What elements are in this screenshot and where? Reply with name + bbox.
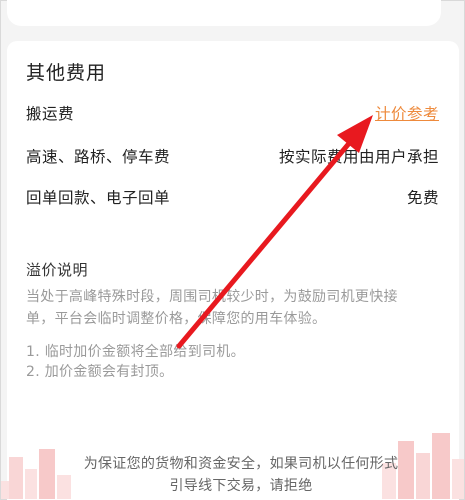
fee-label-handling: 搬运费 [26,105,75,123]
surcharge-item-1: 1. 临时加价金额将全部给到司机。 [26,344,245,360]
safety-notice-line2: 引导线下交易，请拒绝 [169,478,313,494]
top-card [7,0,441,26]
surcharge-title: 溢价说明 [26,261,89,279]
fee-label-receipt: 回单回款、电子回单 [26,189,171,207]
fee-value-receipt: 免费 [406,189,439,207]
surcharge-item-2: 2. 加价金额会有封顶。 [26,364,174,380]
safety-notice: 为保证您的货物和资金安全，如果司机以任何形式 引导线下交易，请拒绝 [61,453,421,497]
fee-value-tolls: 按实际费用由用户承担 [278,148,439,166]
pricing-reference-link[interactable]: 计价参考 [375,102,439,124]
safety-notice-line1: 为保证您的货物和资金安全，如果司机以任何形式 [83,456,399,472]
fee-label-tolls: 高速、路桥、停车费 [26,148,171,166]
section-title: 其他费用 [26,62,107,84]
surcharge-intro-line2: 单，平台会临时调整价格，保障您的用车体验。 [26,311,327,327]
surcharge-intro-line1: 当处于高峰特殊时段，周围司机较少时，为鼓励司机更快接 [26,289,398,305]
